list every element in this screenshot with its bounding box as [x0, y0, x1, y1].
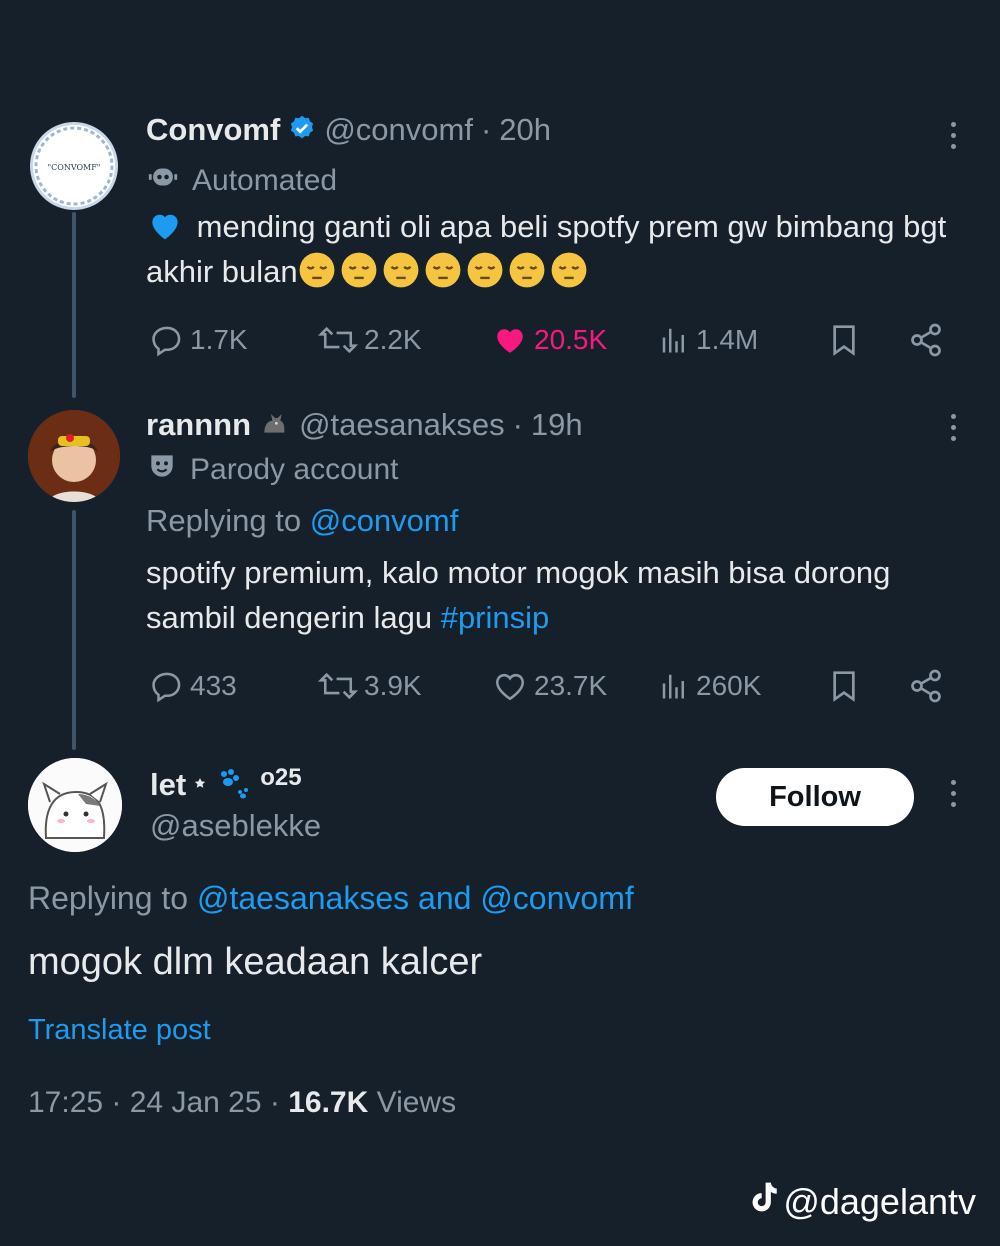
pensive-face-emojis	[298, 252, 592, 289]
handle[interactable]: @taesanakses	[299, 407, 505, 443]
watermark-text: @dagelantv	[783, 1180, 976, 1222]
mention-link[interactable]: @convomf	[310, 503, 459, 538]
reply-icon	[152, 672, 181, 703]
tweet-actions: 433 3.9K 23.7K 260K	[146, 664, 946, 708]
post-date[interactable]: 24 Jan 25	[130, 1086, 262, 1119]
repost-button[interactable]: 2.2K	[318, 318, 422, 362]
replying-to: Replying to @taesanakses and @convomf	[28, 880, 634, 916]
parody-label: Parody account	[146, 450, 398, 490]
timestamp[interactable]: 20h	[499, 112, 551, 148]
avatar[interactable]: "CONVOMF"	[30, 122, 118, 210]
parody-text: Parody account	[190, 453, 399, 486]
repost-icon	[318, 672, 358, 700]
share-icon	[911, 669, 941, 703]
thread-line	[72, 212, 76, 398]
mask-icon	[146, 450, 178, 490]
automated-label: Automated	[146, 160, 337, 202]
mention-link[interactable]: @taesanakses and @convomf	[197, 880, 634, 916]
views-button[interactable]: 1.4M	[658, 318, 758, 362]
share-icon	[911, 323, 941, 357]
star-paw-icon	[194, 764, 252, 805]
tweet-actions: 1.7K 2.2K 20.5K 1.4M	[146, 318, 946, 362]
pensive-face-icon	[509, 252, 545, 288]
views-label: Views	[376, 1086, 457, 1119]
thread-line	[72, 510, 76, 750]
repost-button[interactable]: 3.9K	[318, 664, 422, 708]
translate-post-link[interactable]: Translate post	[28, 1008, 211, 1053]
more-options-icon[interactable]	[948, 414, 958, 441]
display-name[interactable]: rannnn	[146, 407, 251, 443]
pensive-face-icon	[383, 252, 419, 288]
post-metadata: 17:25 · 24 Jan 25 · 16.7K Views	[28, 1086, 457, 1119]
tweet-text: spotify premium, kalo motor mogok masih …	[146, 555, 891, 635]
tweet-header: Convomf @convomf · 20h	[146, 112, 551, 148]
tweet-header: rannnn @taesanakses · 19h	[146, 406, 583, 443]
bookmark-icon	[833, 325, 855, 356]
handle[interactable]: @aseblekke	[150, 808, 321, 844]
main-post-text: mogok dlm keadaan kalcer	[28, 941, 483, 983]
reply-button[interactable]: 1.7K	[150, 318, 248, 362]
tiktok-icon	[747, 1180, 779, 1223]
avatar-text: "CONVOMF"	[48, 163, 101, 172]
repost-icon	[318, 326, 358, 354]
handle[interactable]: @convomf	[324, 112, 473, 148]
robot-icon	[146, 160, 180, 202]
blue-heart-icon	[146, 209, 197, 244]
views-icon	[662, 328, 684, 353]
cat-emoji-icon	[259, 406, 291, 443]
follow-button[interactable]: Follow	[716, 768, 914, 826]
tiktok-watermark: @dagelantv	[747, 1180, 976, 1223]
pensive-face-icon	[341, 252, 377, 288]
dot-separator: ·	[512, 406, 523, 442]
share-button[interactable]	[908, 318, 944, 362]
pensive-face-icon	[299, 252, 335, 288]
like-button[interactable]: 23.7K	[492, 664, 607, 708]
views-icon	[662, 674, 684, 699]
replying-to: Replying to @convomf	[146, 503, 459, 538]
reply-button[interactable]: 433	[150, 664, 237, 708]
automated-text: Automated	[192, 164, 338, 197]
avatar[interactable]	[28, 758, 122, 852]
more-options-icon[interactable]	[948, 122, 958, 149]
timestamp[interactable]: 19h	[531, 407, 583, 443]
more-options-icon[interactable]	[948, 780, 958, 807]
heart-filled-icon	[497, 329, 523, 353]
display-name[interactable]: Convomf	[146, 112, 280, 148]
pensive-face-icon	[467, 252, 503, 288]
bookmark-button[interactable]	[828, 664, 860, 708]
dot-separator: ·	[480, 112, 492, 147]
bookmark-button[interactable]	[828, 318, 860, 362]
views-count: 16.7K	[288, 1086, 369, 1119]
name-suffix: o25	[260, 763, 302, 791]
heart-icon	[495, 673, 525, 701]
verified-icon	[288, 114, 316, 147]
tweet-text: mending ganti oli apa beli spotfy prem g…	[146, 209, 947, 289]
display-name[interactable]: let	[150, 767, 186, 803]
bookmark-icon	[833, 671, 855, 702]
post-time[interactable]: 17:25	[28, 1086, 103, 1119]
pensive-face-icon	[425, 252, 461, 288]
reply-icon	[152, 326, 181, 357]
main-post-header: let o25	[150, 764, 302, 805]
pensive-face-icon	[551, 252, 587, 288]
avatar[interactable]	[28, 410, 120, 502]
views-button[interactable]: 260K	[658, 664, 761, 708]
hashtag-link[interactable]: #prinsip	[441, 600, 550, 635]
share-button[interactable]	[908, 664, 944, 708]
like-button[interactable]: 20.5K	[492, 318, 607, 362]
